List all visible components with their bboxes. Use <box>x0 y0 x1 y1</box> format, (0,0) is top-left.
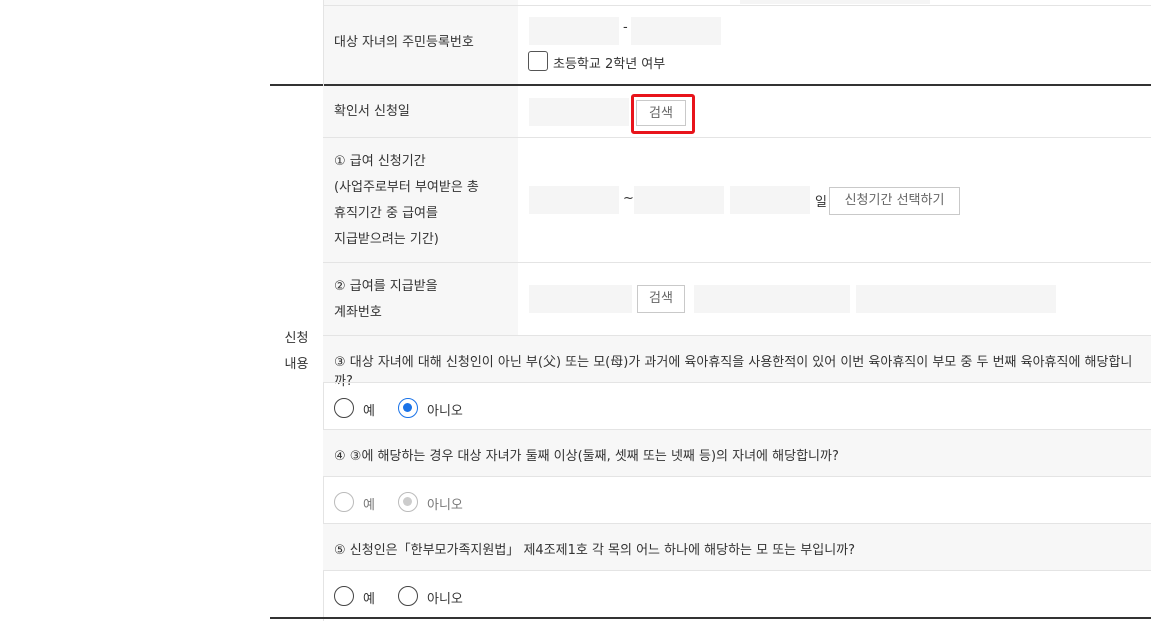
q5-no-label: 아니오 <box>427 592 463 607</box>
q4-yes-label: 예 <box>363 498 375 513</box>
divider <box>323 5 1151 6</box>
elementary-2nd-grade-label: 초등학교 2학년 여부 <box>553 57 666 72</box>
confirm-date-field[interactable] <box>529 98 629 126</box>
account-label-line1: ② 급여를 지급받을 <box>334 279 438 294</box>
section-label-line2: 내용 <box>284 357 309 372</box>
q3-text: ③ 대상 자녀에 대해 신청인이 아닌 부(父) 또는 모(母)가 과거에 육아… <box>334 355 1133 389</box>
bank-field[interactable] <box>529 285 632 313</box>
elementary-2nd-grade-checkbox[interactable] <box>528 51 548 71</box>
period-tilde: ~ <box>623 191 634 206</box>
application-form: 대상 자녀의 주민등록번호 - 초등학교 2학년 여부 신청 내용 확인서 신청… <box>270 0 1151 621</box>
q5-no-radio[interactable] <box>398 586 418 606</box>
period-label-line1: ① 급여 신청기간 <box>334 154 426 169</box>
child-id-dash: - <box>623 20 628 35</box>
q5-yes-radio[interactable] <box>334 586 354 606</box>
table-bottom-border <box>270 617 1151 619</box>
period-end-field[interactable] <box>634 186 724 214</box>
child-id-label: 대상 자녀의 주민등록번호 <box>334 35 474 50</box>
q5-yes-label: 예 <box>363 592 375 607</box>
divider <box>323 570 1151 571</box>
period-day-unit: 일 <box>815 195 827 210</box>
period-days-field[interactable] <box>730 186 810 214</box>
q3-yes-label: 예 <box>363 404 375 419</box>
highlight-box <box>631 94 695 134</box>
q4-yes-radio[interactable] <box>334 492 354 512</box>
period-start-field[interactable] <box>529 186 619 214</box>
period-label-line2: (사업주로부터 부여받은 총 <box>334 180 479 195</box>
account-holder-field[interactable] <box>856 285 1056 313</box>
q4-no-label: 아니오 <box>427 498 463 513</box>
child-id-second-field[interactable] <box>631 17 721 45</box>
period-label-line4: 지급받으려는 기간) <box>334 232 439 247</box>
divider <box>323 382 1151 383</box>
q3-no-radio[interactable] <box>398 398 418 418</box>
q3-yes-radio[interactable] <box>334 398 354 418</box>
section-label-line1: 신청 <box>284 331 309 346</box>
q5-text: ⑤ 신청인은「한부모가족지원법」 제4조제1호 각 목의 어느 하나에 해당하는… <box>334 543 856 558</box>
q3-no-label: 아니오 <box>427 404 463 419</box>
period-label-line3: 휴직기간 중 급여를 <box>334 206 438 221</box>
select-period-button[interactable]: 신청기간 선택하기 <box>829 187 960 215</box>
confirm-date-label: 확인서 신청일 <box>334 104 410 119</box>
divider <box>323 476 1151 477</box>
account-label-line2: 계좌번호 <box>334 305 382 320</box>
prev-field-fragment <box>740 0 930 4</box>
account-number-field[interactable] <box>694 285 850 313</box>
account-search-button[interactable]: 검색 <box>637 285 685 313</box>
child-id-first-field[interactable] <box>529 17 619 45</box>
q4-text: ④ ③에 해당하는 경우 대상 자녀가 둘째 이상(둘째, 셋째 또는 넷째 등… <box>334 449 839 464</box>
q4-no-radio[interactable] <box>398 492 418 512</box>
